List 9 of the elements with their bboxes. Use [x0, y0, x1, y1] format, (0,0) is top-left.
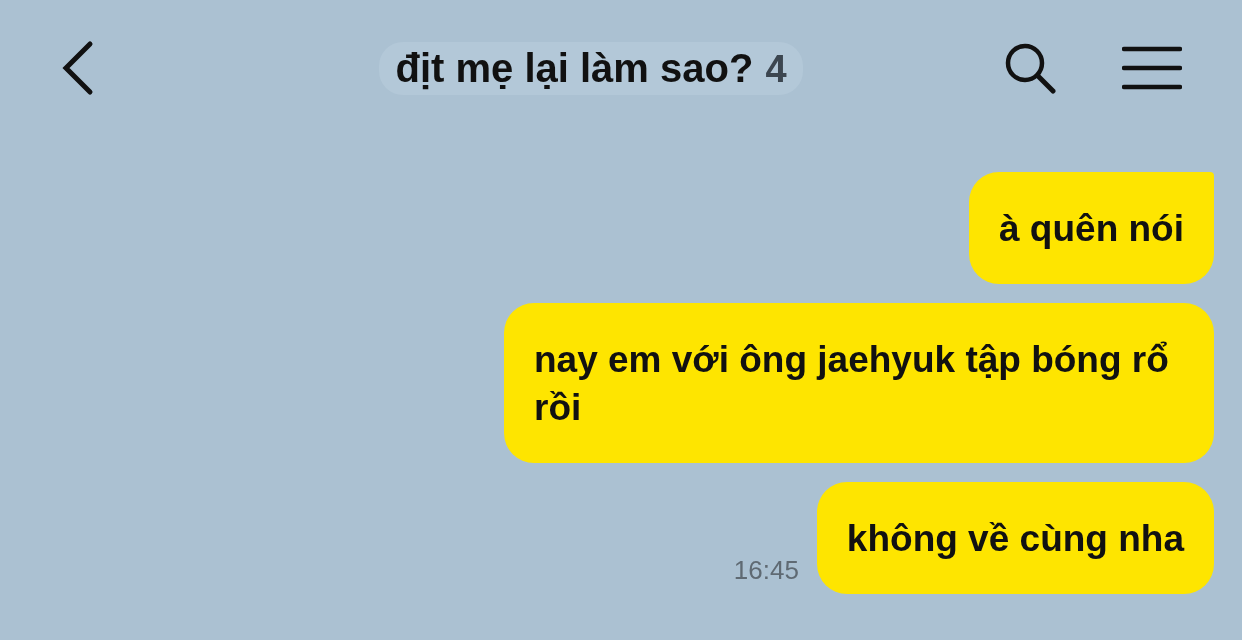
search-button[interactable] [1004, 42, 1056, 94]
message-bubble: à quên nói [969, 172, 1214, 284]
menu-button[interactable] [1122, 45, 1182, 91]
member-count: 4 [765, 47, 787, 91]
chat-title[interactable]: địt mẹ lại làm sao? 4 [379, 41, 803, 95]
message-bubble: không về cùng nha [816, 482, 1214, 594]
chat-name: địt mẹ lại làm sao? [395, 45, 754, 91]
message-bubble: nay em với ông jaehyuk tập bóng rổ rồi [504, 303, 1214, 463]
message-time: 16:45 [733, 555, 799, 586]
